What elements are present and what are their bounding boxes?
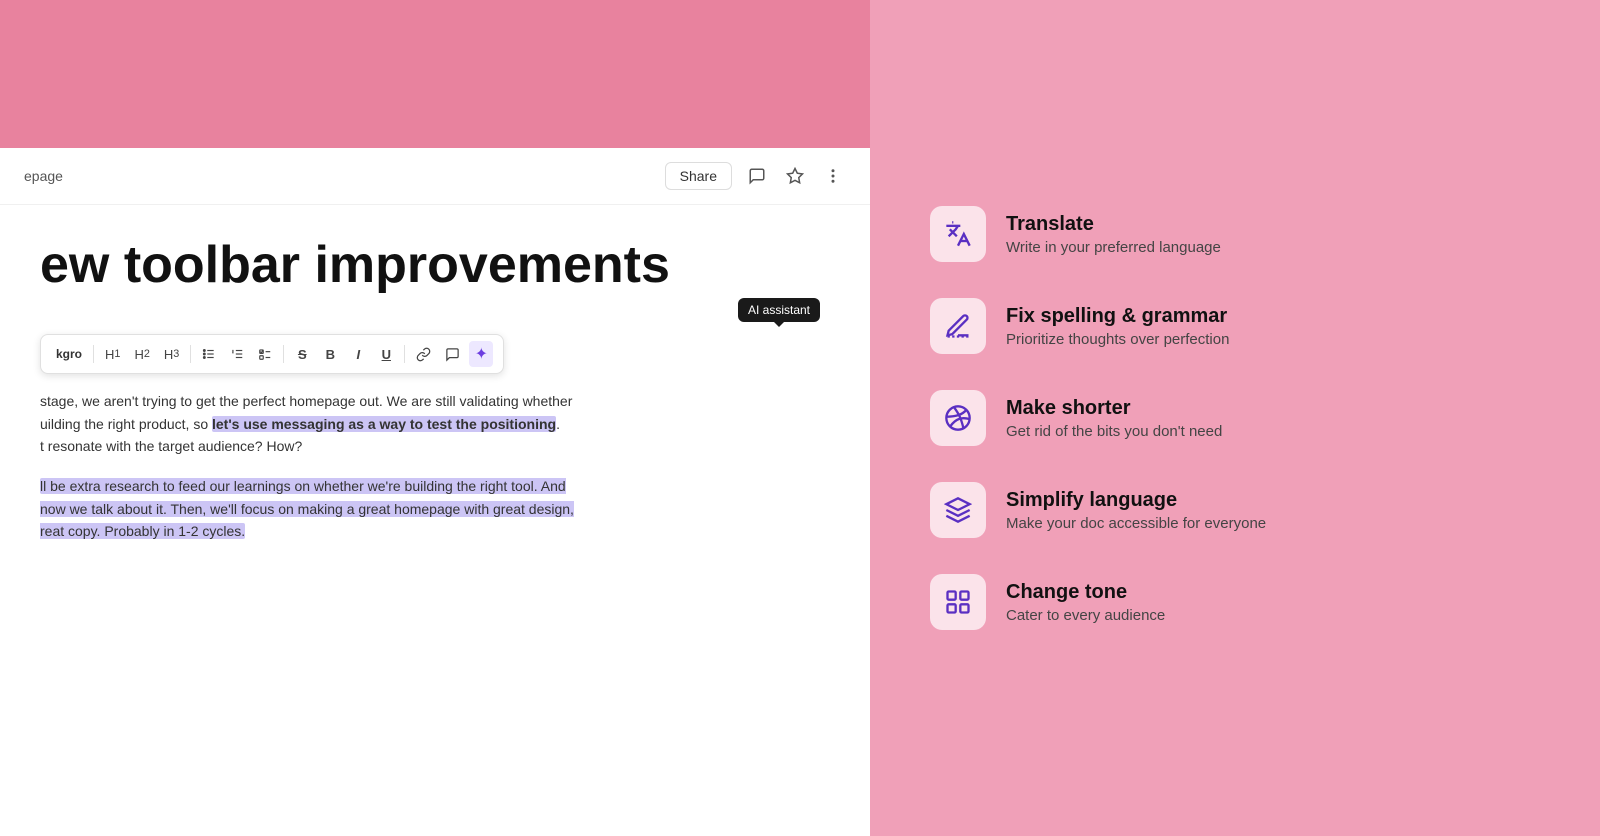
translate-icon bbox=[930, 206, 986, 262]
feature-make-shorter[interactable]: Make shorter Get rid of the bits you don… bbox=[930, 376, 1540, 460]
doc-title: ew toolbar improvements bbox=[40, 237, 830, 294]
change-tone-desc: Cater to every audience bbox=[1006, 607, 1165, 624]
make-shorter-desc: Get rid of the bits you don't need bbox=[1006, 423, 1222, 440]
bullet-list-button[interactable] bbox=[197, 344, 221, 364]
top-bar bbox=[0, 0, 870, 148]
doc-panel: epage Share bbox=[0, 148, 870, 836]
simplify-language-icon bbox=[930, 482, 986, 538]
change-tone-text: Change tone Cater to every audience bbox=[1006, 581, 1165, 624]
make-shorter-title: Make shorter bbox=[1006, 397, 1222, 420]
checklist-button[interactable] bbox=[253, 344, 277, 364]
divider-4 bbox=[404, 345, 405, 363]
text-block-2: ll be extra research to feed our learnin… bbox=[40, 475, 830, 542]
make-shorter-text: Make shorter Get rid of the bits you don… bbox=[1006, 397, 1222, 440]
toolbar-wrapper: AI assistant kgro H1 H2 H3 bbox=[40, 334, 830, 374]
ai-tooltip: AI assistant bbox=[738, 298, 820, 322]
simplify-language-title: Simplify language bbox=[1006, 489, 1266, 512]
formatting-toolbar: kgro H1 H2 H3 bbox=[40, 334, 504, 374]
feature-fix-spelling[interactable]: Fix spelling & grammar Prioritize though… bbox=[930, 284, 1540, 368]
right-panel: Translate Write in your preferred langua… bbox=[870, 0, 1600, 836]
more-options-button[interactable] bbox=[820, 163, 846, 189]
change-tone-title: Change tone bbox=[1006, 581, 1165, 604]
bullet-list-icon bbox=[202, 347, 216, 361]
link-icon bbox=[416, 347, 431, 362]
breadcrumb: epage bbox=[24, 168, 63, 184]
checklist-icon bbox=[258, 347, 272, 361]
divider-2 bbox=[190, 345, 191, 363]
fix-spelling-icon bbox=[930, 298, 986, 354]
h3-button[interactable]: H3 bbox=[159, 344, 184, 365]
comment-toolbar-icon bbox=[445, 347, 460, 362]
text-para1-line3: t resonate with the target audience? How… bbox=[40, 438, 302, 454]
divider-1 bbox=[93, 345, 94, 363]
ai-assistant-button[interactable]: ✦ bbox=[469, 341, 493, 367]
simplify-language-text: Simplify language Make your doc accessib… bbox=[1006, 489, 1266, 532]
more-options-icon bbox=[824, 167, 842, 185]
h1-button[interactable]: H1 bbox=[100, 344, 125, 365]
comment-toolbar-button[interactable] bbox=[440, 344, 465, 365]
doc-content: ew toolbar improvements AI assistant kgr… bbox=[0, 205, 870, 836]
make-shorter-icon bbox=[930, 390, 986, 446]
document-area: epage Share bbox=[0, 0, 870, 836]
fix-spelling-title: Fix spelling & grammar bbox=[1006, 305, 1229, 328]
fix-spelling-desc: Prioritize thoughts over perfection bbox=[1006, 331, 1229, 348]
underline-button[interactable]: U bbox=[374, 344, 398, 365]
bold-button[interactable]: B bbox=[318, 344, 342, 365]
header-actions: Share bbox=[665, 162, 846, 190]
feature-simplify-language[interactable]: Simplify language Make your doc accessib… bbox=[930, 468, 1540, 552]
comment-icon bbox=[748, 167, 766, 185]
text-para2-highlighted: ll be extra research to feed our learnin… bbox=[40, 478, 574, 539]
feature-translate[interactable]: Translate Write in your preferred langua… bbox=[930, 192, 1540, 276]
link-button[interactable] bbox=[411, 344, 436, 365]
h2-button[interactable]: H2 bbox=[129, 344, 154, 365]
translate-text: Translate Write in your preferred langua… bbox=[1006, 213, 1221, 256]
fix-spelling-text: Fix spelling & grammar Prioritize though… bbox=[1006, 305, 1229, 348]
ordered-list-button[interactable] bbox=[225, 344, 249, 364]
text-para1-highlighted: let's use messaging as a way to test the… bbox=[212, 416, 556, 432]
text-para1-line1: stage, we aren't trying to get the perfe… bbox=[40, 393, 572, 409]
translate-title: Translate bbox=[1006, 213, 1221, 236]
star-icon-button[interactable] bbox=[782, 163, 808, 189]
feature-change-tone[interactable]: Change tone Cater to every audience bbox=[930, 560, 1540, 644]
text-para1-period: . bbox=[556, 416, 560, 432]
italic-button[interactable]: I bbox=[346, 344, 370, 365]
divider-3 bbox=[283, 345, 284, 363]
share-button[interactable]: Share bbox=[665, 162, 732, 190]
text-para1-line2-pre: uilding the right product, so bbox=[40, 416, 212, 432]
translate-desc: Write in your preferred language bbox=[1006, 239, 1221, 256]
text-selection-label: kgro bbox=[51, 344, 87, 364]
text-block-1: stage, we aren't trying to get the perfe… bbox=[40, 390, 830, 457]
simplify-language-desc: Make your doc accessible for everyone bbox=[1006, 515, 1266, 532]
change-tone-icon bbox=[930, 574, 986, 630]
comment-icon-button[interactable] bbox=[744, 163, 770, 189]
star-icon bbox=[786, 167, 804, 185]
ordered-list-icon bbox=[230, 347, 244, 361]
doc-header: epage Share bbox=[0, 148, 870, 205]
strikethrough-button[interactable]: S bbox=[290, 344, 314, 365]
